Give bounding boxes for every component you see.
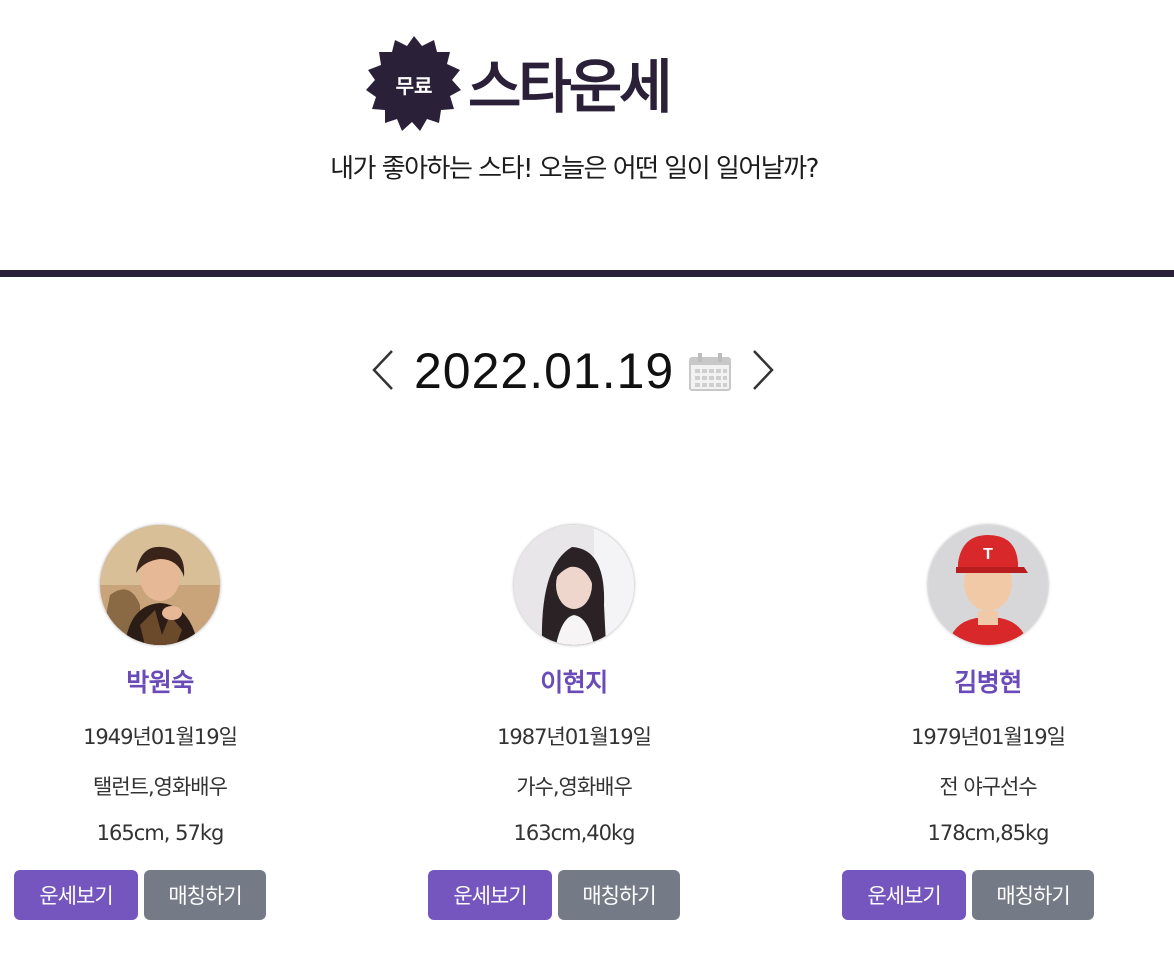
star-card: 박원숙 1949년01월19일 탤런트,영화배우 165cm, 57kg 운세보… [10,525,310,925]
star-occupation: 전 야구선수 [939,775,1037,799]
matching-button[interactable]: 매칭하기 [144,870,266,920]
star-avatar[interactable] [100,525,220,645]
star-avatar[interactable]: T [928,525,1048,645]
calendar-icon [689,353,731,391]
star-avatar[interactable] [514,525,634,645]
star-occupation: 탤런트,영화배우 [93,775,228,799]
star-height-weight: 165cm, 57kg [96,821,225,845]
view-fortune-button[interactable]: 운세보기 [428,870,552,920]
star-photo: T [928,525,1048,645]
view-fortune-button[interactable]: 운세보기 [842,870,966,920]
matching-button[interactable]: 매칭하기 [558,870,680,920]
star-birthdate: 1987년01월19일 [497,725,652,749]
svg-text:T: T [983,546,993,563]
header-divider [0,270,1174,277]
star-name: 이현지 [540,668,608,697]
page-header: 무료 스타운세 내가 좋아하는 스타! 오늘은 어떤 일이 일어날까? [0,0,1174,272]
star-card: T 김병현 1979년01월19일 전 야구선수 178cm,85kg 운세보기… [838,525,1138,925]
date-navigator: 2022.01.19 [0,330,1174,410]
star-card: 이현지 1987년01월19일 가수,영화배우 163cm,40kg 운세보기 … [424,525,724,925]
star-birthdate: 1979년01월19일 [911,725,1066,749]
page-subtitle: 내가 좋아하는 스타! 오늘은 어떤 일이 일어날까? [330,154,819,184]
star-name: 김병현 [954,668,1022,697]
free-badge: 무료 [364,34,464,134]
star-birthdate: 1949년01월19일 [83,725,238,749]
chevron-right-icon [753,350,774,390]
next-date-button[interactable] [748,348,778,392]
view-fortune-button[interactable]: 운세보기 [14,870,138,920]
current-date: 2022.01.19 [414,343,675,399]
star-photo [100,525,220,645]
star-photo [514,525,634,645]
star-occupation: 가수,영화배우 [516,775,633,799]
star-name: 박원숙 [126,668,194,697]
prev-date-button[interactable] [368,348,398,392]
page-title: 스타운세 [468,53,672,121]
calendar-button[interactable] [688,352,732,392]
badge-label: 무료 [395,73,433,98]
star-height-weight: 178cm,85kg [927,821,1050,845]
star-height-weight: 163cm,40kg [513,821,636,845]
matching-button[interactable]: 매칭하기 [972,870,1094,920]
chevron-left-icon [372,350,393,390]
